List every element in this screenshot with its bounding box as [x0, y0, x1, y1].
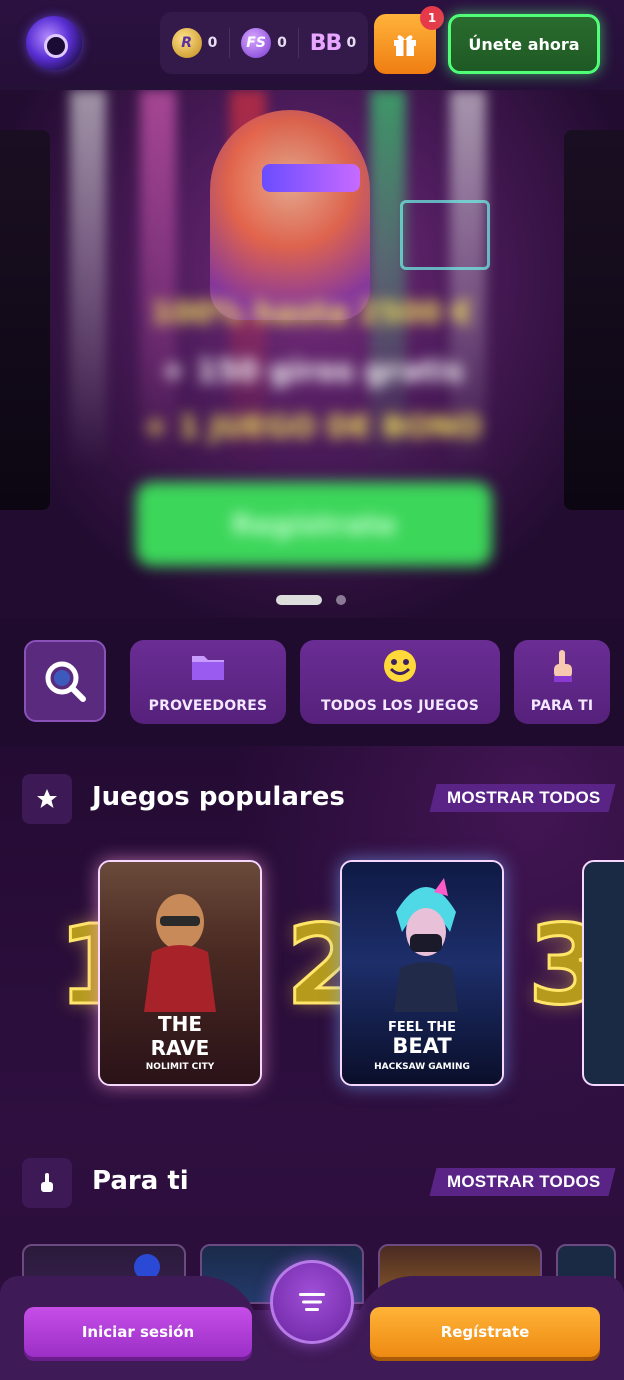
category-label: PARA TI [530, 698, 594, 714]
offer-line-3: + 1 JUEGO DE BONO [142, 410, 482, 445]
folder-icon [192, 656, 224, 680]
pointing-hand-icon [554, 650, 572, 682]
carousel-dots [276, 595, 346, 605]
category-providers[interactable]: PROVEEDORES [130, 640, 286, 724]
game-provider: HACKSAW GAMING [374, 1062, 470, 1072]
top-header: R 0 FS 0 BB 0 1 Únete ahora [0, 0, 624, 90]
banner-offer-blurred: 100% hasta 2500 € + 150 giros gratis + 1… [0, 90, 624, 618]
pointing-hand-icon [22, 1158, 72, 1208]
character-illustration [144, 894, 216, 1012]
login-button[interactable]: Iniciar sesión [24, 1307, 252, 1357]
balance-bar: R 0 FS 0 BB 0 [160, 12, 368, 74]
show-all-label: MOSTRAR TODOS [446, 1172, 600, 1191]
category-label: PROVEEDORES [148, 698, 268, 714]
notification-badge: 1 [420, 6, 444, 30]
search-icon [45, 661, 86, 702]
category-for-you[interactable]: PARA TI [514, 640, 610, 724]
balance-r-value: 0 [207, 35, 218, 51]
join-now-button[interactable]: Únete ahora [448, 14, 600, 74]
for-you-header: Para ti MOSTRAR TODOS [22, 1158, 616, 1208]
offer-line-2: + 150 giros gratis [160, 354, 464, 389]
gift-button[interactable]: 1 [374, 6, 444, 74]
section-title: Juegos populares [92, 782, 345, 812]
balance-fs-value: 0 [277, 35, 287, 51]
carousel-dot-active[interactable] [276, 595, 322, 605]
promo-banner[interactable]: 100% hasta 2500 € + 150 giros gratis + 1… [0, 90, 624, 618]
divider [228, 28, 230, 58]
site-logo[interactable] [26, 16, 82, 70]
show-all-label: MOSTRAR TODOS [446, 788, 600, 807]
search-button[interactable] [24, 640, 106, 722]
category-label: TODOS LOS JUEGOS [320, 698, 480, 714]
game-title-bottom: BEAT [392, 1034, 452, 1058]
r-coin-icon: R [171, 28, 202, 58]
character-illustration [394, 878, 458, 1012]
game-card-feel-the-beat[interactable]: FEEL THE BEAT HACKSAW GAMING [340, 860, 504, 1086]
game-title-top: FEEL THE [387, 1020, 457, 1035]
banner-register-button[interactable]: Regístrate [136, 482, 492, 566]
popular-games-header: Juegos populares MOSTRAR TODOS [22, 774, 616, 824]
balance-bb: BB 0 [309, 28, 357, 58]
divider [298, 28, 300, 58]
game-title-top: THE [157, 1012, 203, 1036]
section-title: Para ti [92, 1166, 189, 1196]
category-all-games[interactable]: TODOS LOS JUEGOS [300, 640, 500, 724]
game-card-the-rave[interactable]: THE RAVE NOLIMIT CITY [98, 860, 262, 1086]
bb-coin-icon: BB [309, 30, 343, 56]
game-card-partial[interactable] [582, 860, 624, 1086]
fs-coin-icon: FS [241, 28, 272, 58]
category-nav: PROVEEDORES TODOS LOS JUEGOS PARA TI [0, 618, 624, 746]
balance-bb-value: 0 [346, 35, 357, 51]
balance-fs: FS 0 [241, 28, 287, 58]
register-button[interactable]: Regístrate [370, 1307, 600, 1357]
star-icon [22, 774, 72, 824]
gift-icon [394, 35, 416, 56]
show-all-for-you-link[interactable]: MOSTRAR TODOS [429, 1168, 616, 1196]
hamburger-menu-icon [299, 1293, 325, 1311]
game-provider: NOLIMIT CITY [145, 1062, 215, 1072]
show-all-popular-link[interactable]: MOSTRAR TODOS [429, 784, 616, 812]
menu-button[interactable] [270, 1260, 354, 1344]
bottom-action-bar: Iniciar sesión Regístrate [0, 1260, 624, 1380]
game-title-bottom: RAVE [150, 1036, 210, 1060]
balance-r: R 0 [171, 28, 218, 58]
carousel-dot[interactable] [336, 595, 346, 605]
offer-line-1: 100% hasta 2500 € [150, 296, 474, 331]
smiley-icon [384, 650, 416, 682]
